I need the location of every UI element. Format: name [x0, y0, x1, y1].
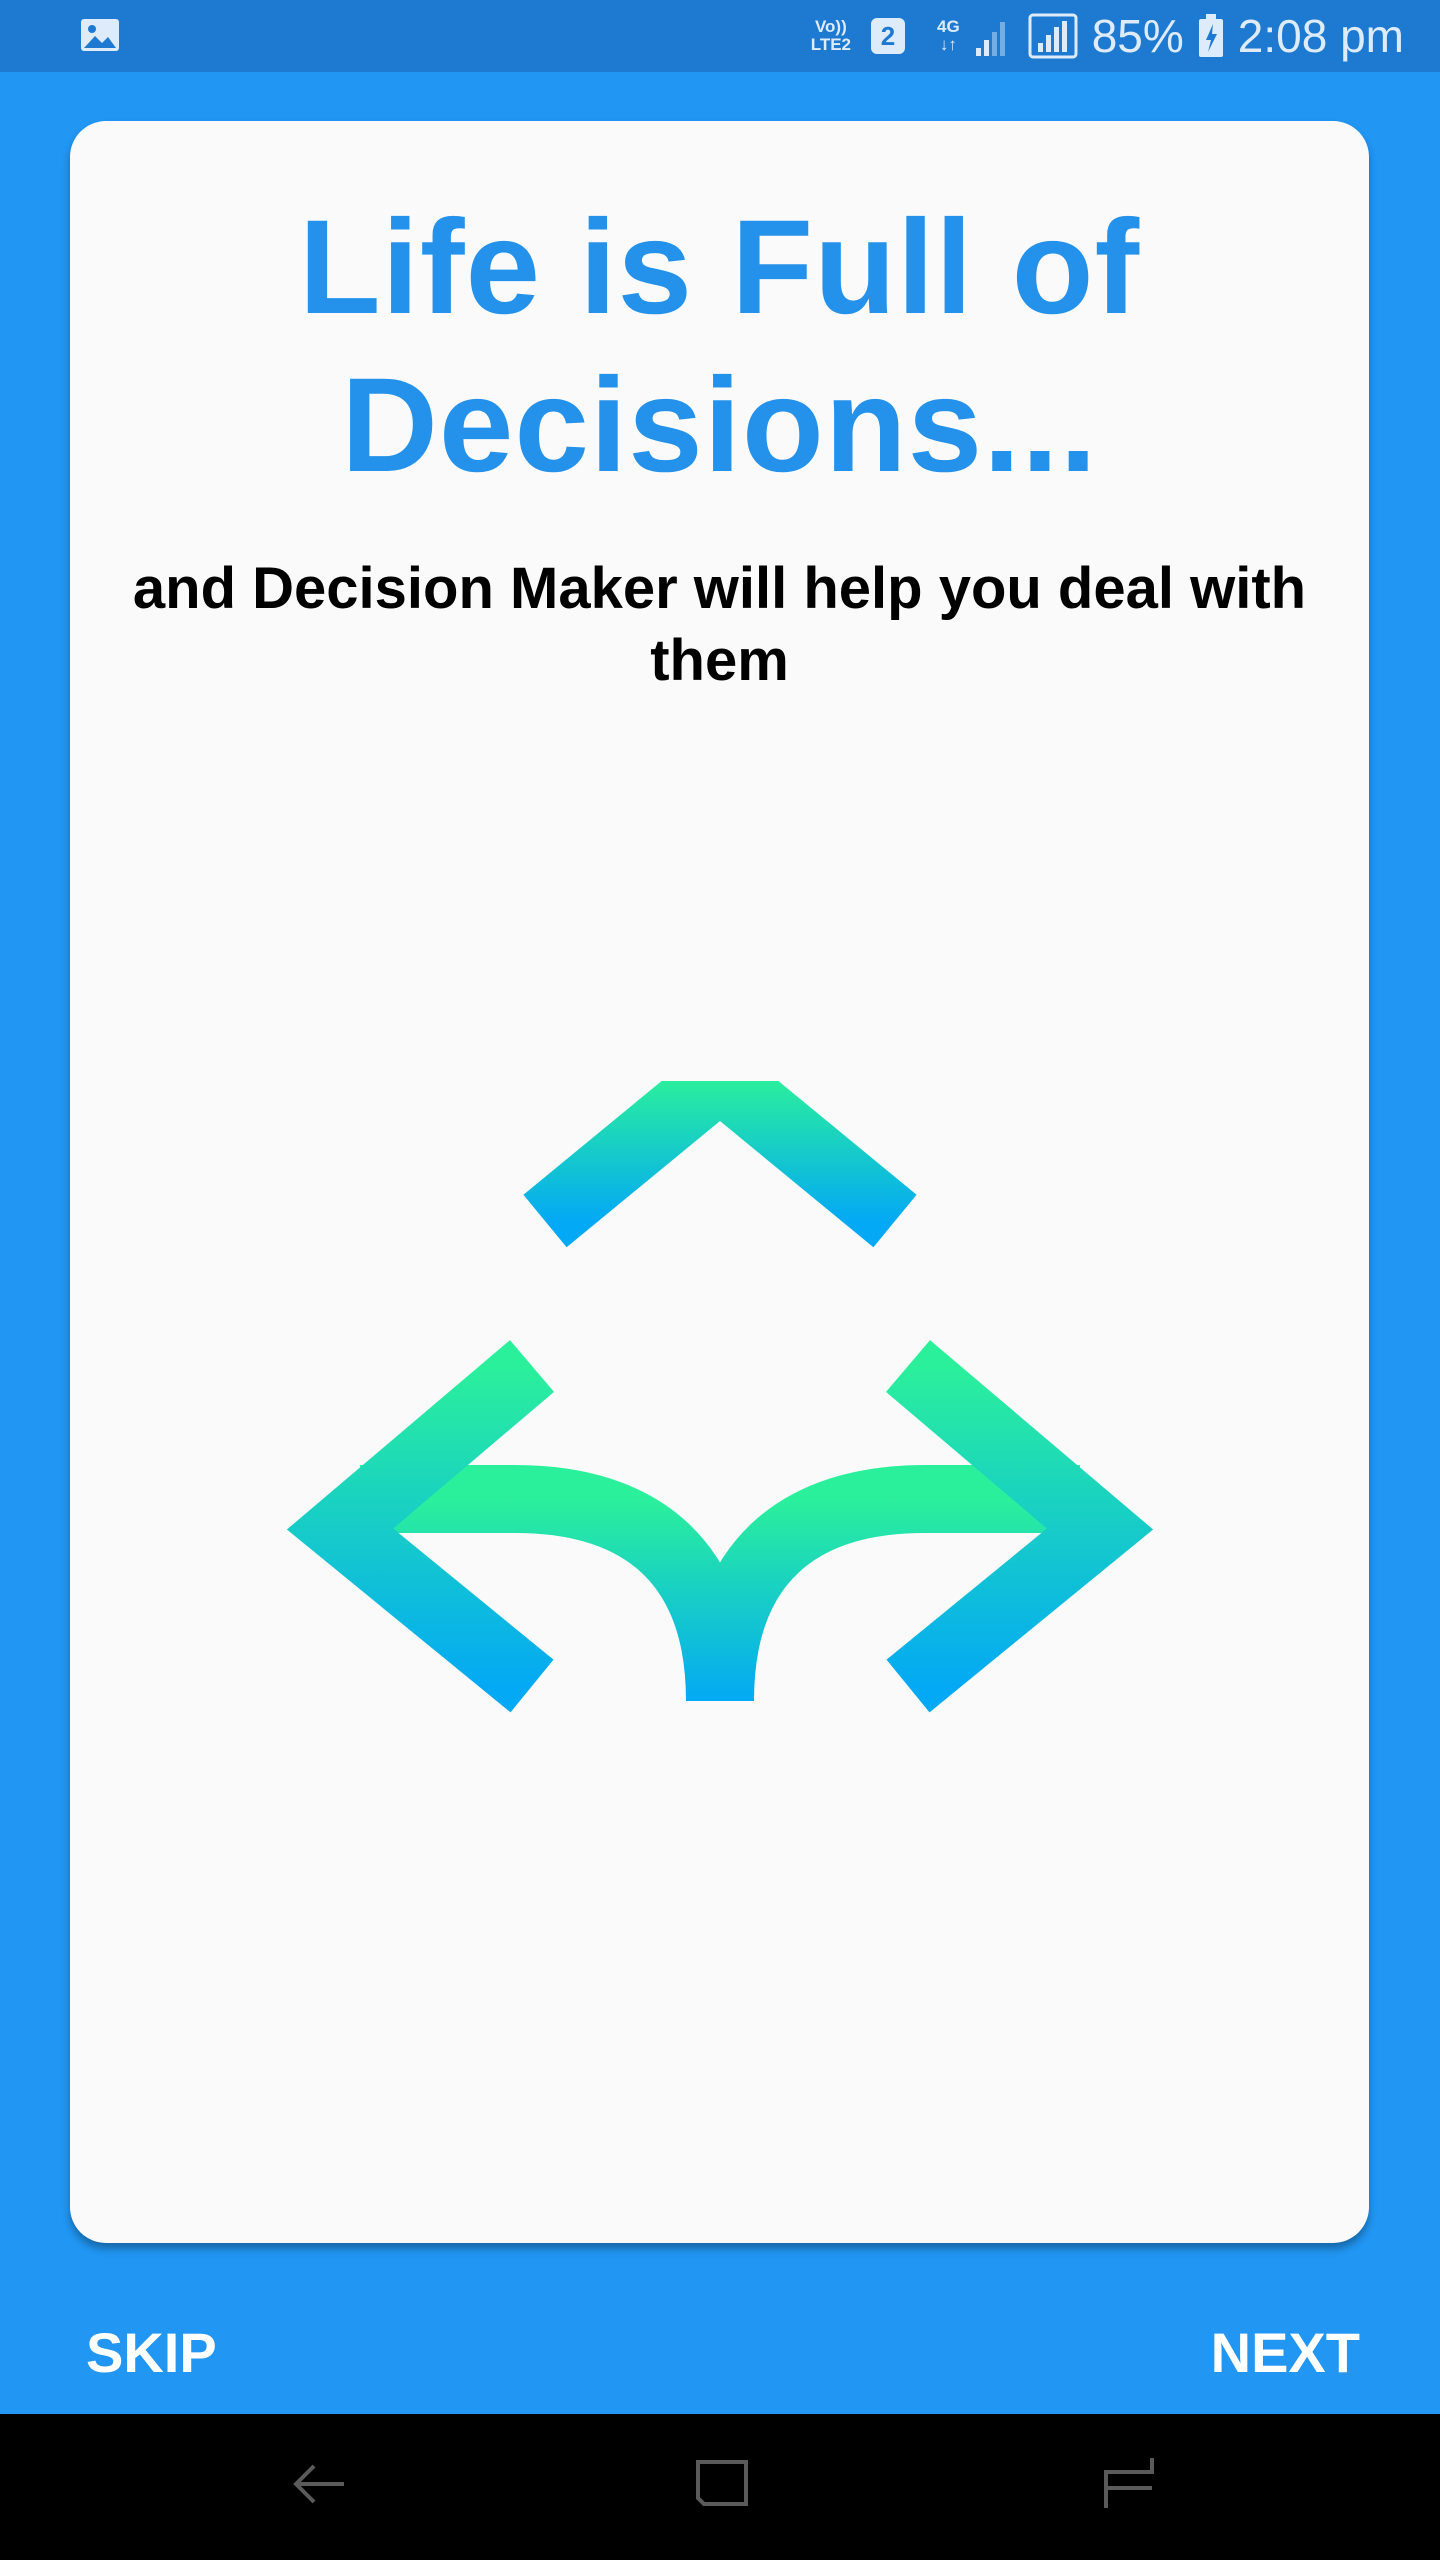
onboarding-card: Life is Full of Decisions... and Decisio…	[70, 121, 1369, 2243]
page-title: Life is Full of Decisions...	[298, 193, 1141, 500]
three-way-arrows-icon	[286, 1081, 1154, 1881]
status-bar: Vo)) LTE2 2 4G ↓↑ 85% 2:08 pm	[0, 0, 1440, 72]
battery-percentage: 85%	[1091, 10, 1184, 62]
gallery-icon	[81, 19, 119, 51]
sim-badge: 2	[871, 18, 906, 54]
battery-charging-icon	[1198, 14, 1223, 57]
page-subtitle: and Decision Maker will help you deal wi…	[132, 556, 1307, 693]
clock: 2:08 pm	[1237, 10, 1404, 62]
volte-line2: LTE2	[810, 35, 852, 54]
recent-apps-icon[interactable]	[1096, 2452, 1160, 2516]
signal-weak-icon	[975, 22, 1005, 56]
next-button[interactable]: NEXT	[1211, 2320, 1360, 2385]
navigation-bar	[0, 2414, 1440, 2560]
back-icon[interactable]	[288, 2452, 352, 2516]
signal-strong-icon	[1028, 13, 1078, 59]
network-line2: ↓↑	[939, 35, 957, 54]
skip-button[interactable]: SKIP	[86, 2320, 217, 2385]
network-type-indicator: 4G ↓↑	[937, 18, 960, 54]
volte-indicator: Vo)) LTE2	[811, 18, 851, 54]
volte-line1: Vo))	[814, 17, 847, 36]
status-icons: Vo)) LTE2 2 4G ↓↑ 85% 2:08 pm	[811, 0, 1404, 72]
home-icon[interactable]	[690, 2452, 754, 2516]
network-line1: 4G	[937, 17, 960, 36]
